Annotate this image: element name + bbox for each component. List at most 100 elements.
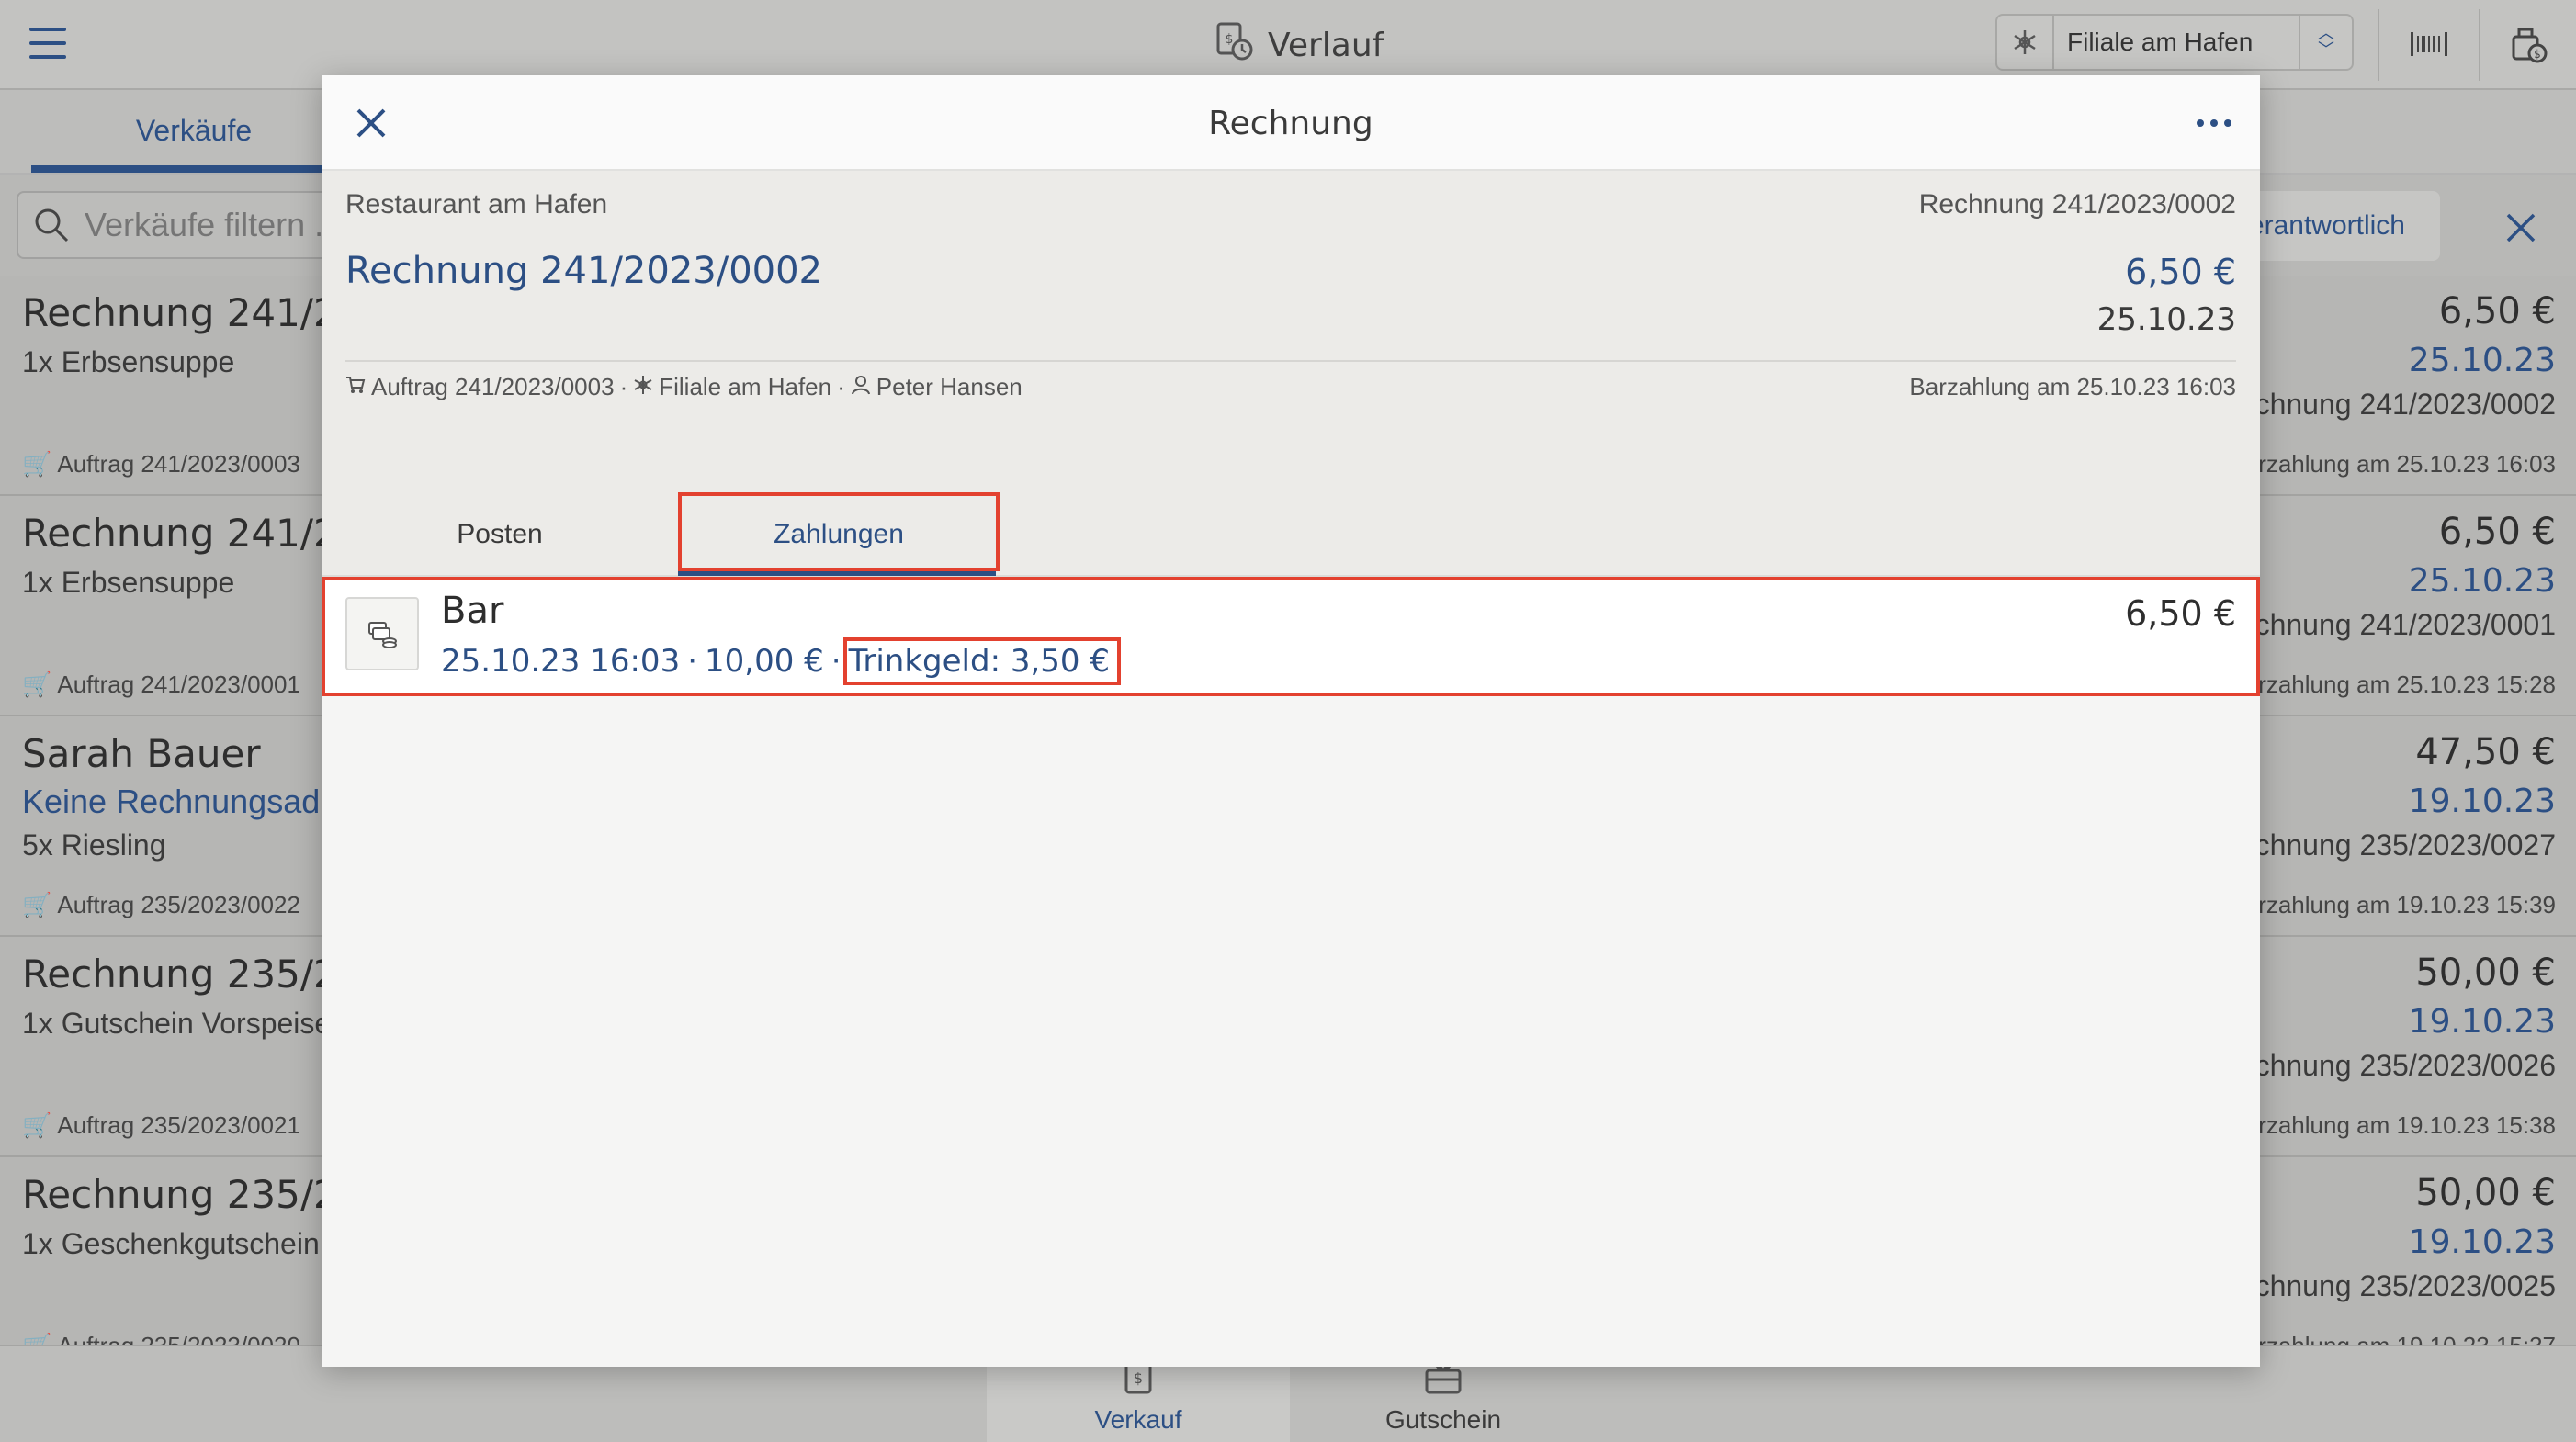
invoice-meta: Auftrag 241/2023/0003 · Filiale am Hafen…: [345, 373, 1022, 401]
menu-icon[interactable]: [29, 28, 66, 59]
list-item-date: 25.10.23: [2408, 562, 2556, 600]
order-number: Auftrag 235/2023/0020: [57, 1332, 300, 1345]
invoice-date: 25.10.23: [2096, 301, 2236, 338]
list-item-payment: Barzahlung am 19.10.23 15:37: [2229, 1332, 2556, 1345]
detail-separator: ·: [830, 643, 842, 680]
invoice-amount: 6,50 €: [2125, 252, 2236, 292]
modal-title: Rechnung: [1208, 104, 1373, 142]
list-item-line: 1x Gutschein Vorspeisen: [22, 1007, 347, 1040]
list-item-payment: Barzahlung am 25.10.23 15:28: [2229, 670, 2556, 698]
cash-icon: [345, 597, 419, 670]
barcode-icon: [2411, 32, 2447, 56]
branch-icon: [1997, 16, 2054, 69]
cash-register-button[interactable]: $: [2491, 14, 2565, 74]
meta-separator: ·: [837, 373, 845, 400]
list-item-date: 19.10.23: [2408, 1223, 2556, 1261]
list-item-amount: 47,50 €: [2415, 731, 2556, 773]
tab-payments[interactable]: Zahlungen: [678, 494, 1000, 575]
list-item-date: 25.10.23: [2408, 342, 2556, 379]
close-icon: [2506, 213, 2536, 242]
list-item-invoice: Rechnung 235/2023/0027: [2217, 828, 2556, 862]
cart-icon: 🛒: [22, 1111, 52, 1139]
list-item-amount: 6,50 €: [2438, 290, 2556, 332]
tab-sales-underline: [31, 165, 356, 173]
detail-separator: ·: [687, 643, 698, 680]
tab-sales[interactable]: Verkäufe: [31, 90, 356, 171]
payment-given: 10,00 €: [705, 643, 824, 680]
payment-row[interactable]: Bar 25.10.23 16:03 · 10,00 € · Trinkgeld…: [322, 577, 2260, 696]
list-item-line: 5x Riesling: [22, 828, 166, 862]
page-title: $ Verlauf: [1213, 20, 1384, 70]
list-item-order: 🛒 Auftrag 235/2023/0022: [22, 891, 300, 919]
close-button[interactable]: [347, 99, 395, 147]
payment-info: Barzahlung am 25.10.23 16:03: [1909, 373, 2236, 400]
order-number: Auftrag 235/2023/0022: [57, 891, 300, 918]
list-item-order: 🛒 Auftrag 235/2023/0021: [22, 1111, 300, 1140]
invoice-heading: Rechnung 241/2023/0002: [345, 250, 823, 292]
employee-name: Peter Hansen: [876, 373, 1022, 400]
list-item-invoice: Rechnung 235/2023/0026: [2217, 1049, 2556, 1082]
order-number: Auftrag 241/2023/0003: [371, 373, 615, 400]
list-item-amount: 6,50 €: [2438, 511, 2556, 553]
branch-select-value: Filiale am Hafen: [2067, 28, 2254, 56]
list-item-payment: Barzahlung am 19.10.23 15:38: [2229, 1111, 2556, 1139]
divider: [2479, 9, 2480, 81]
list-item-order: 🛒 Auftrag 241/2023/0001: [22, 670, 300, 699]
page-title-text: Verlauf: [1268, 26, 1384, 64]
branch-icon: [633, 373, 653, 401]
list-item-title: Sarah Bauer: [22, 731, 261, 776]
divider: [345, 360, 2236, 362]
modal-tabs: Posten Zahlungen: [322, 492, 2260, 577]
cart-icon: [345, 373, 366, 401]
order-number: Auftrag 241/2023/0003: [57, 450, 300, 478]
list-item-payment: Barzahlung am 25.10.23 16:03: [2229, 450, 2556, 478]
search-icon: [35, 208, 69, 242]
svg-text:$: $: [1226, 32, 1234, 47]
list-item-payment: Barzahlung am 19.10.23 15:39: [2229, 891, 2556, 918]
modal-header: Rechnung: [322, 75, 2260, 171]
payment-amount: 6,50 €: [2125, 593, 2236, 634]
cart-icon: 🛒: [22, 1332, 51, 1345]
svg-text:$: $: [1134, 1369, 1143, 1387]
user-icon: [851, 373, 871, 401]
divider: [2378, 9, 2379, 81]
nav-voucher-label: Gutschein: [1384, 1405, 1502, 1434]
close-icon: [356, 108, 386, 138]
list-item-amount: 50,00 €: [2415, 952, 2556, 994]
cart-icon: 🛒: [22, 891, 52, 918]
invoice-summary: Restaurant am Hafen Rechnung 241/2023/00…: [322, 171, 2260, 494]
list-item-date: 19.10.23: [2408, 783, 2556, 820]
history-icon: $: [1213, 20, 1255, 71]
nav-sale-label: Verkauf: [1094, 1405, 1182, 1434]
payment-details: 25.10.23 16:03 · 10,00 € · Trinkgeld: 3,…: [441, 637, 1121, 685]
list-item-order: 🛒 Auftrag 235/2023/0020: [22, 1332, 300, 1345]
register-icon: $: [2512, 28, 2548, 63]
list-item-line: 1x Erbsensuppe: [22, 566, 235, 599]
meta-separator: ·: [619, 373, 628, 400]
list-item-line: 1x Erbsensuppe: [22, 345, 235, 378]
payment-datetime: 25.10.23 16:03: [441, 643, 681, 680]
order-number: Auftrag 241/2023/0001: [57, 670, 300, 698]
branch-name: Filiale am Hafen: [659, 373, 832, 400]
invoice-number: Rechnung 241/2023/0002: [1918, 189, 2236, 220]
order-number: Auftrag 235/2023/0021: [57, 1111, 300, 1139]
more-options-icon[interactable]: [2188, 105, 2240, 141]
cart-icon: 🛒: [22, 670, 52, 698]
chevron-up-down-icon: ︿ ﹀: [2299, 16, 2352, 69]
tab-payments-underline: [678, 569, 996, 576]
list-item-invoice: Rechnung 241/2023/0002: [2217, 388, 2556, 421]
payment-tip-text: Trinkgeld: 3,50 €: [848, 643, 1110, 680]
restaurant-name: Restaurant am Hafen: [345, 189, 608, 220]
list-item-invoice: Rechnung 241/2023/0001: [2217, 608, 2556, 641]
tab-items[interactable]: Posten: [322, 494, 678, 575]
payments-list: Bar 25.10.23 16:03 · 10,00 € · Trinkgeld…: [322, 577, 2260, 1367]
branch-select[interactable]: Filiale am Hafen ︿ ﹀: [1995, 14, 2354, 71]
payment-method: Bar: [441, 590, 504, 632]
list-item-invoice: Rechnung 235/2023/0025: [2217, 1269, 2556, 1302]
invoice-modal: Rechnung Restaurant am Hafen Rechnung 24…: [322, 75, 2260, 1367]
payment-tip: Trinkgeld: 3,50 €: [842, 637, 1121, 685]
svg-text:$: $: [2534, 48, 2541, 61]
clear-filter-button[interactable]: [2495, 202, 2547, 253]
barcode-scan-button[interactable]: [2392, 14, 2466, 74]
list-item-order: 🛒 Auftrag 241/2023/0003: [22, 450, 300, 479]
